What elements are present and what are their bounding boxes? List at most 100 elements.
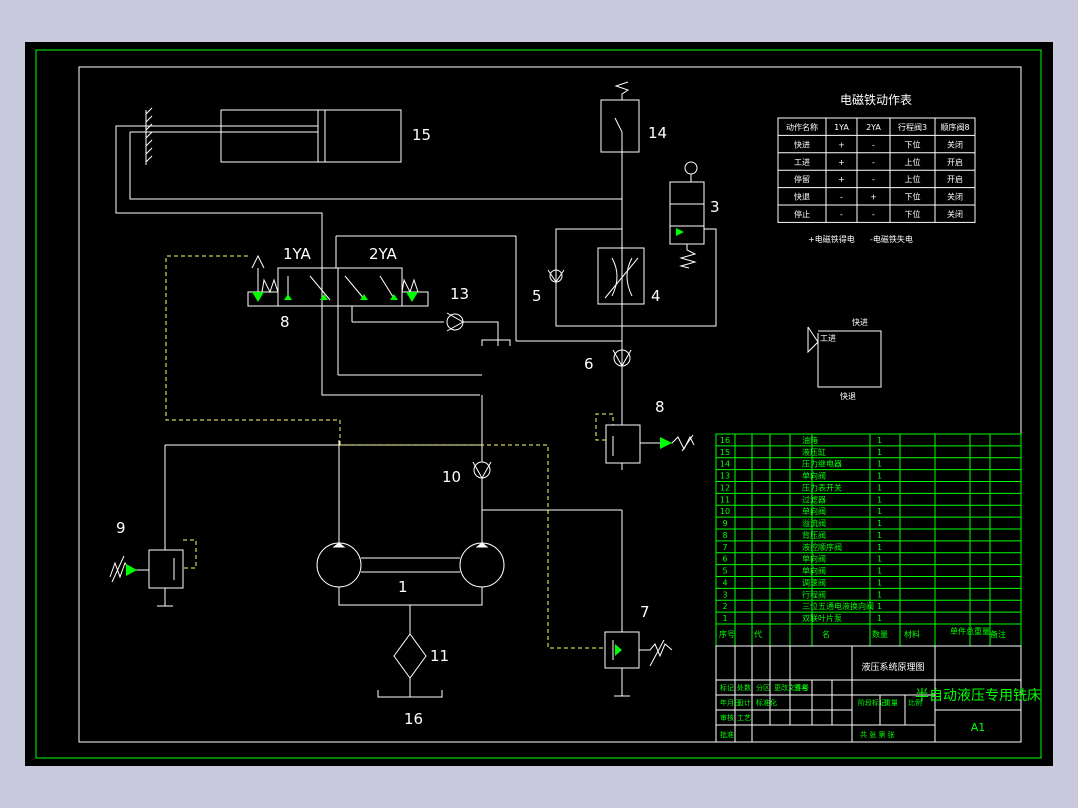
title-block-label: 共 张 第 张 [860,730,895,739]
parts-row-name: 油箱 [802,435,818,445]
parts-row-name: 单向阀 [802,554,826,564]
solenoid-header-cell: 顺序阀8 [940,122,969,132]
solenoid-cell: - [872,210,875,219]
parts-row-qty: 1 [877,519,882,528]
title-block-label: 重量 [884,699,898,707]
parts-header-weight: 单件总重量 [950,626,990,636]
solenoid-cell: - [872,158,875,167]
parts-header-note: 备注 [990,629,1006,639]
parts-row-qty: 1 [877,567,882,576]
solenoid-header-cell: 2YA [866,123,881,132]
parts-row-qty: 1 [877,448,882,457]
solenoid-cell: 开启 [947,157,963,167]
label-7: 7 [640,603,650,621]
parts-row-qty: 1 [877,543,882,552]
parts-row-no: 14 [720,460,730,469]
parts-header-code: 代 [754,629,762,639]
parts-row-name: 单向阀 [802,506,826,516]
parts-row-no: 1 [722,614,727,623]
solenoid-cell: 上位 [905,157,921,167]
solenoid-cell: + [838,175,845,184]
label-3: 3 [710,198,720,216]
title-block-label: 处数 [737,683,751,692]
solenoid-cell: 下位 [905,139,921,149]
title-block-label: 标准化 [756,698,777,707]
parts-row-name: 压力继电器 [802,459,842,469]
solenoid-cell: 停止 [794,209,810,219]
title-block-label: 标记 [720,683,734,692]
label-5: 5 [532,287,542,305]
title-block-label: 分区 [756,683,770,692]
parts-row-name: 液控顺序阀 [802,542,842,552]
parts-header-no: 序号 [719,629,735,639]
parts-row-no: 8 [722,531,727,540]
label-8-directional: 8 [280,313,290,331]
parts-row-name: 行程阀 [802,589,826,599]
parts-row-name: 单向阀 [802,566,826,576]
solenoid-cell: - [872,140,875,149]
parts-row-no: 9 [722,519,727,528]
label-pump-1: 1 [398,578,408,596]
title-block-label: 签名 [794,683,808,692]
solenoid-cell: + [838,140,845,149]
sheet-size: A1 [971,721,986,734]
parts-row-qty: 1 [877,483,882,492]
solenoid-cell: - [840,193,843,202]
solenoid-cell: 下位 [905,192,921,202]
parts-row-no: 11 [720,495,730,504]
solenoid-cell: 快进 [794,139,810,149]
parts-row-no: 10 [720,507,730,516]
parts-row-qty: 1 [877,578,882,587]
solenoid-cell: 快退 [794,192,810,202]
label-14: 14 [648,124,667,142]
parts-header-name: 名 [822,629,830,639]
title-block-label: 工艺 [737,714,751,722]
solenoid-cell: 下位 [905,209,921,219]
label-1ya: 1YA [283,245,312,263]
label-10: 10 [442,468,461,486]
parts-row-no: 13 [720,472,730,481]
legend-off: -电磁铁失电 [870,234,913,244]
label-15: 15 [412,126,431,144]
parts-row-qty: 1 [877,590,882,599]
cycle-work-in: 工进 [820,334,836,343]
label-11: 11 [430,647,449,665]
parts-row-no: 12 [720,483,730,492]
solenoid-header-cell: 1YA [834,123,849,132]
parts-row-qty: 1 [877,460,882,469]
parts-row-name: 液压缸 [802,447,826,457]
parts-row-qty: 1 [877,555,882,564]
parts-row-no: 4 [722,578,727,587]
solenoid-cell: 停留 [794,174,810,184]
legend-on: +电磁铁得电 [808,234,855,244]
solenoid-cell: 关闭 [947,209,963,219]
label-16: 16 [404,710,423,728]
parts-row-name: 过滤器 [802,494,826,504]
solenoid-cell: 工进 [794,158,810,167]
parts-row-no: 7 [722,543,727,552]
solenoid-header-cell: 行程阀3 [898,122,927,132]
parts-row-qty: 1 [877,614,882,623]
parts-row-name: 三位五通电液换向阀 [802,601,874,611]
parts-row-no: 3 [722,590,727,599]
cycle-fast-back: 快退 [840,391,856,401]
parts-row-qty: 1 [877,436,882,445]
solenoid-cell: 开启 [947,174,963,184]
solenoid-cell: 上位 [905,174,921,184]
title-block-label: 阶段标记 [858,698,886,707]
label-4: 4 [651,287,661,305]
solenoid-cell: + [870,193,877,202]
drawing-name: 液压系统原理图 [861,661,924,673]
title-block-label: 审核 [720,713,734,722]
parts-row-no: 5 [722,567,727,576]
cycle-fast-in: 快进 [852,317,868,327]
product-name: 半自动液压专用铣床 [915,688,1041,704]
solenoid-header-cell: 动作名称 [786,122,818,132]
parts-row-qty: 1 [877,602,882,611]
parts-row-no: 6 [722,555,727,564]
solenoid-cell: 关闭 [947,139,963,149]
parts-row-qty: 1 [877,531,882,540]
label-8-back-pressure: 8 [655,398,665,416]
label-2ya: 2YA [369,245,398,263]
solenoid-cell: - [840,210,843,219]
